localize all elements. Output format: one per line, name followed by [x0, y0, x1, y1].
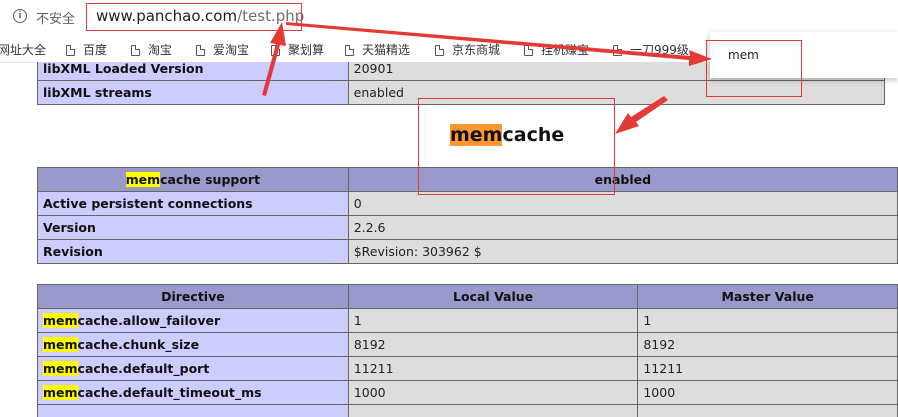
- local-value: 1: [347, 308, 639, 333]
- column-header-directive: Directive: [37, 284, 349, 309]
- bookmark-item[interactable]: 天猫精选: [345, 41, 410, 58]
- search-match-highlight: mem: [125, 172, 161, 187]
- search-match-highlight: mem: [43, 337, 78, 352]
- master-value: 11211: [637, 356, 898, 381]
- row-value: 2.2.6: [347, 215, 898, 240]
- table-header-row: Directive Local Value Master Value: [37, 284, 898, 309]
- master-value: 1000: [637, 380, 898, 405]
- local-value: 8192: [347, 332, 639, 357]
- table-row: memcache.chunk_size 8192 8192: [37, 332, 898, 357]
- row-label: libXML Loaded Version: [37, 62, 349, 81]
- bookmark-label: 淘宝: [148, 43, 173, 57]
- annotation-box-section: [418, 98, 615, 195]
- master-value: 1: [637, 308, 898, 333]
- table-row: [37, 404, 898, 417]
- row-value: 0: [347, 191, 898, 216]
- row-label: libXML streams: [37, 80, 349, 105]
- bookmark-label: 网址大全: [0, 43, 47, 57]
- bookmark-item[interactable]: 京东商城: [435, 41, 500, 58]
- master-value: 8192: [637, 332, 898, 357]
- table-row: Version 2.2.6: [37, 215, 898, 240]
- bookmark-label: 百度: [83, 43, 108, 57]
- bookmark-label: 京东商城: [452, 43, 501, 57]
- row-label: Active persistent connections: [37, 191, 349, 216]
- bookmark-item[interactable]: 淘宝: [131, 41, 172, 58]
- support-header-label: memcache support: [37, 167, 349, 192]
- bookmark-label: 一刀999级: [630, 43, 689, 57]
- annotation-box-url: [86, 3, 302, 31]
- page-icon: [131, 45, 140, 56]
- bookmark-item[interactable]: 挂机赚宝: [524, 41, 589, 58]
- bookmark-item[interactable]: 一刀999级: [613, 41, 689, 58]
- bookmark-label: 聚划算: [288, 43, 325, 57]
- support-header-rest: cache support: [160, 172, 261, 187]
- page-icon: [435, 45, 444, 56]
- directive-name: memcache.default_port: [37, 356, 349, 381]
- bookmark-item[interactable]: 百度: [66, 41, 107, 58]
- bookmark-item[interactable]: 聚划算: [271, 41, 324, 58]
- column-header-master-value: Master Value: [637, 284, 898, 309]
- page-icon: [66, 45, 75, 56]
- page-icon: [345, 45, 354, 56]
- search-match-highlight: mem: [43, 385, 78, 400]
- annotation-box-find: [706, 40, 802, 97]
- row-label: Revision: [37, 239, 349, 264]
- page-icon: [196, 45, 205, 56]
- table-row: Revision $Revision: 303962 $: [37, 239, 898, 264]
- bookmark-item[interactable]: 爱淘宝: [196, 41, 249, 58]
- table-row: memcache.default_port 11211 11211: [37, 356, 898, 381]
- row-value: $Revision: 303962 $: [347, 239, 898, 264]
- table-row: Active persistent connections 0: [37, 191, 898, 216]
- directive-name-rest: cache.default_timeout_ms: [77, 385, 262, 400]
- directive-name-rest: cache.allow_failover: [77, 313, 221, 328]
- bookmark-item[interactable]: 网址大全: [0, 41, 46, 58]
- search-match-highlight: mem: [43, 313, 78, 328]
- security-indicator[interactable]: 不安全: [36, 8, 75, 27]
- table-row: memcache.default_timeout_ms 1000 1000: [37, 380, 898, 405]
- local-value: 1000: [347, 380, 639, 405]
- directive-name-cut: [37, 404, 349, 417]
- page-icon: [524, 45, 533, 56]
- page-icon: [613, 45, 622, 56]
- column-header-local-value: Local Value: [347, 284, 639, 309]
- local-value: 11211: [347, 356, 639, 381]
- bookmark-label: 挂机赚宝: [541, 43, 590, 57]
- memcache-directive-table: Directive Local Value Master Value memca…: [37, 284, 898, 417]
- bookmark-label: 爱淘宝: [213, 43, 250, 57]
- directive-name: memcache.allow_failover: [37, 308, 349, 333]
- directive-name: memcache.chunk_size: [37, 332, 349, 357]
- master-value-cut: [637, 404, 898, 417]
- directive-name: memcache.default_timeout_ms: [37, 380, 349, 405]
- page-icon: [271, 45, 280, 56]
- table-row: memcache.allow_failover 1 1: [37, 308, 898, 333]
- directive-name-rest: cache.default_port: [77, 361, 210, 376]
- row-label: Version: [37, 215, 349, 240]
- bookmark-label: 天猫精选: [362, 43, 411, 57]
- directive-name-rest: cache.chunk_size: [77, 337, 200, 352]
- search-match-highlight: mem: [43, 361, 78, 376]
- local-value-cut: [347, 404, 639, 417]
- info-icon[interactable]: i: [13, 9, 27, 23]
